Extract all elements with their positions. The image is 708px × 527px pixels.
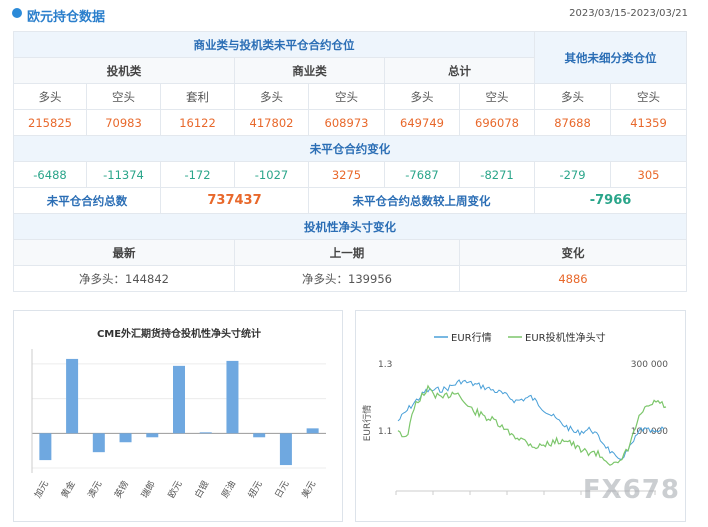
bar [92,433,105,453]
commercial-header: 商业类 [234,57,385,84]
col-short: 空头 [458,83,536,110]
change-cell: -6488 [13,161,87,188]
oi-total-label: 未平仓合约总数 [13,187,161,214]
change-cell: -1027 [234,161,309,188]
change-cell: 305 [610,161,688,188]
price-series [397,379,665,460]
bar-marks [39,358,319,466]
chart-legend: EUR行情 EUR投机性净头寸 [434,331,606,344]
bar [66,358,79,434]
latest-header: 最新 [13,239,235,266]
col-long: 多头 [234,83,309,110]
col-long: 多头 [384,83,460,110]
net-latest-text: 净多头：144842 [79,271,169,286]
change-cell: -11374 [86,161,161,188]
net-latest: 净多头：144842 [13,265,235,292]
date-range: 2023/03/15-2023/03/21 [569,8,688,19]
bar [226,360,239,434]
bar-category-label: 原油 [219,479,238,501]
bar-labels: 加元 黄金 澳元 英镑 瑞郎 欧元 白银 原油 纽元 日元 美元 [32,479,318,501]
bar [306,428,319,434]
right-tick-top: 300 000 [631,360,668,370]
bar [173,365,185,434]
change-cell: 3275 [308,161,385,188]
bar [253,433,266,438]
bar-category-label: 白银 [192,479,211,501]
section-header: 欧元持仓数据 2023/03/15-2023/03/21 [0,0,708,28]
change-header: 未平仓合约变化 [12,135,688,162]
group-header: 商业类与投机类未平仓合约仓位 [12,31,536,58]
change-cell: -8271 [458,161,536,188]
legend-position: EUR投机性净头寸 [525,331,606,344]
bar [119,433,132,443]
change-cell: -172 [160,161,235,188]
left-tick-top: 1.3 [378,360,392,370]
change-cell: -7687 [384,161,460,188]
bar [39,433,52,461]
bar-chart-panel: CME外汇期货持仓投机性净头寸统计 加元 黄金 澳元 英镑 瑞郎 欧元 白银 原油 纽元 日元 美元 [13,310,343,522]
bar [146,433,159,438]
bar-category-label: 加元 [32,479,51,500]
bar [279,433,292,466]
bar-chart-title: CME外汇期货持仓投机性净头寸统计 [97,327,261,340]
positions-table: 商业类与投机类未平仓合约仓位 其他未细分类仓位 投机类 商业类 总计 多头 空头… [12,31,688,292]
net-previous: 净多头：139956 [234,265,460,292]
position-cell: 608973 [308,109,385,136]
col-short: 空头 [610,83,688,110]
position-cell: 215825 [13,109,87,136]
bar [199,432,212,434]
col-long: 多头 [13,83,87,110]
bar-category-label: 澳元 [85,479,104,501]
bar-category-label: 纽元 [245,479,264,501]
watermark-logo: FX678 [582,475,680,505]
net-previous-text: 净多头：139956 [302,271,392,286]
previous-header: 上一期 [234,239,460,266]
position-cell: 41359 [610,109,688,136]
net-change-value: 4886 [458,265,688,292]
col-short: 空头 [308,83,385,110]
position-cell: 649749 [384,109,460,136]
col-long: 多头 [534,83,612,110]
left-tick-bottom: 1.1 [378,427,392,437]
speculative-header: 投机类 [13,57,235,84]
position-cell: 696078 [458,109,536,136]
oi-change-label: 未平仓合约总数较上周变化 [307,187,536,214]
col-short: 空头 [86,83,161,110]
bar-category-label: 瑞郎 [138,479,157,501]
total-header: 总计 [383,57,536,84]
position-cell: 87688 [534,109,612,136]
y-axis-label: EUR行情 [361,405,373,442]
bar-category-label: 欧元 [165,479,184,501]
other-header: 其他未细分类仓位 [534,31,688,84]
bar-category-label: 日元 [273,479,292,500]
bar-category-label: 英镑 [112,479,131,501]
change-cell: -279 [534,161,612,188]
position-cell: 16122 [160,109,235,136]
bar-category-label: 黄金 [58,479,77,501]
bullet-icon [12,8,22,18]
position-cell: 70983 [86,109,161,136]
col-spread: 套利 [160,83,235,110]
bar-category-label: 美元 [299,479,318,501]
net-change-header: 变化 [458,239,688,266]
legend-price: EUR行情 [451,331,492,344]
position-cell: 417802 [234,109,309,136]
oi-change-value: -7966 [534,187,688,214]
bar-chart: CME外汇期货持仓投机性净头寸统计 加元 黄金 澳元 英镑 瑞郎 欧元 白银 原油 纽元 日元 美元 [31,327,326,501]
section-title: 欧元持仓数据 [27,10,106,25]
oi-total-value: 737437 [160,187,309,214]
net-header: 投机性净头寸变化 [12,213,688,240]
